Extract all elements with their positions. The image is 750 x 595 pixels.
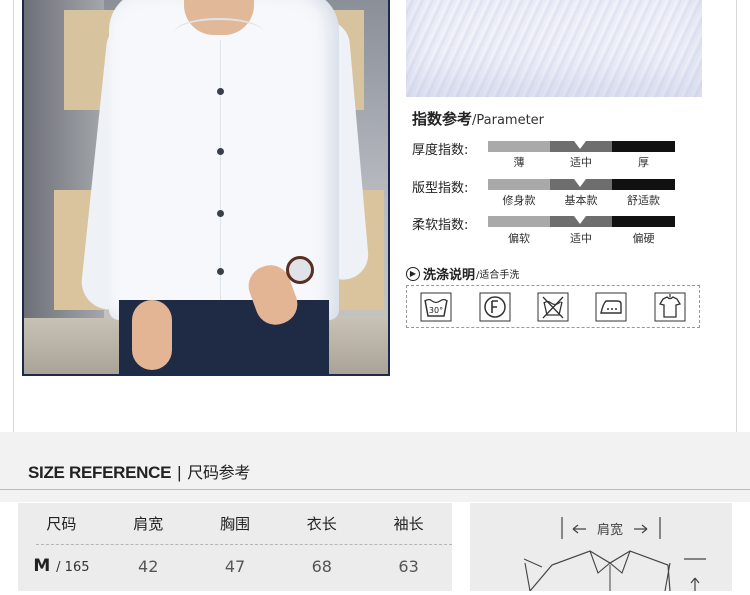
size-reference-divider <box>0 489 750 490</box>
sleeve-cell: 63 <box>398 556 419 576</box>
column-header-shoulder: 肩宽 <box>133 514 164 533</box>
fit-scale <box>488 179 675 190</box>
wash-instructions-title: ▶ 洗涤说明/适合手洗 <box>406 264 519 283</box>
arrow-circle-icon: ▶ <box>406 266 420 281</box>
softness-label: 柔软指数: <box>412 218 469 233</box>
shirt-outline-diagram: 肩宽 <box>523 517 706 592</box>
frame-right-line <box>736 0 737 432</box>
table-divider <box>36 544 452 545</box>
frame-left-line <box>13 0 14 432</box>
wash-temp-text: 30° <box>429 306 443 315</box>
shoulder-cell: 42 <box>138 556 159 576</box>
iron-icon <box>595 291 627 323</box>
shoulder-width-label: 肩宽 <box>597 522 623 538</box>
thickness-scale <box>488 141 675 152</box>
thickness-label: 厚度指数: <box>412 143 469 158</box>
model-photo <box>22 0 390 376</box>
fabric-closeup-image <box>406 0 702 97</box>
column-header-sleeve: 袖长 <box>393 514 424 533</box>
column-header-size: 尺码 <box>46 514 77 533</box>
fit-label: 版型指数: <box>412 181 469 196</box>
softness-ticks: 偏软 适中 偏硬 <box>508 232 655 245</box>
wash-icons-box: 30° <box>406 285 700 328</box>
dry-clean-icon <box>479 291 511 323</box>
length-cell: 68 <box>311 556 332 576</box>
measurement-diagram: 肩宽 <box>470 503 732 592</box>
size-table-header: 尺码 肩宽 胸围 衣长 袖长 <box>18 503 452 543</box>
fit-ticks: 修身款 基本款 舒适款 <box>502 194 661 207</box>
column-header-chest: 胸围 <box>219 514 250 533</box>
thickness-ticks: 薄适中厚 <box>513 156 650 169</box>
parameter-title: 指数参考/Parameter <box>412 110 545 128</box>
no-tumble-dry-icon <box>537 291 569 323</box>
softness-scale <box>488 216 675 227</box>
size-table: 尺码 肩宽 胸围 衣长 袖长 M / 165 42 47 68 63 <box>18 503 452 591</box>
wash-30-icon: 30° <box>420 291 452 323</box>
size-cell: M / 165 <box>33 556 90 576</box>
column-header-length: 衣长 <box>306 514 337 533</box>
size-reference-title: SIZE REFERENCE | 尺码参考 <box>28 463 251 482</box>
table-row: M / 165 42 47 68 63 <box>18 556 452 576</box>
chest-cell: 47 <box>224 556 246 576</box>
hang-dry-icon <box>654 291 686 323</box>
